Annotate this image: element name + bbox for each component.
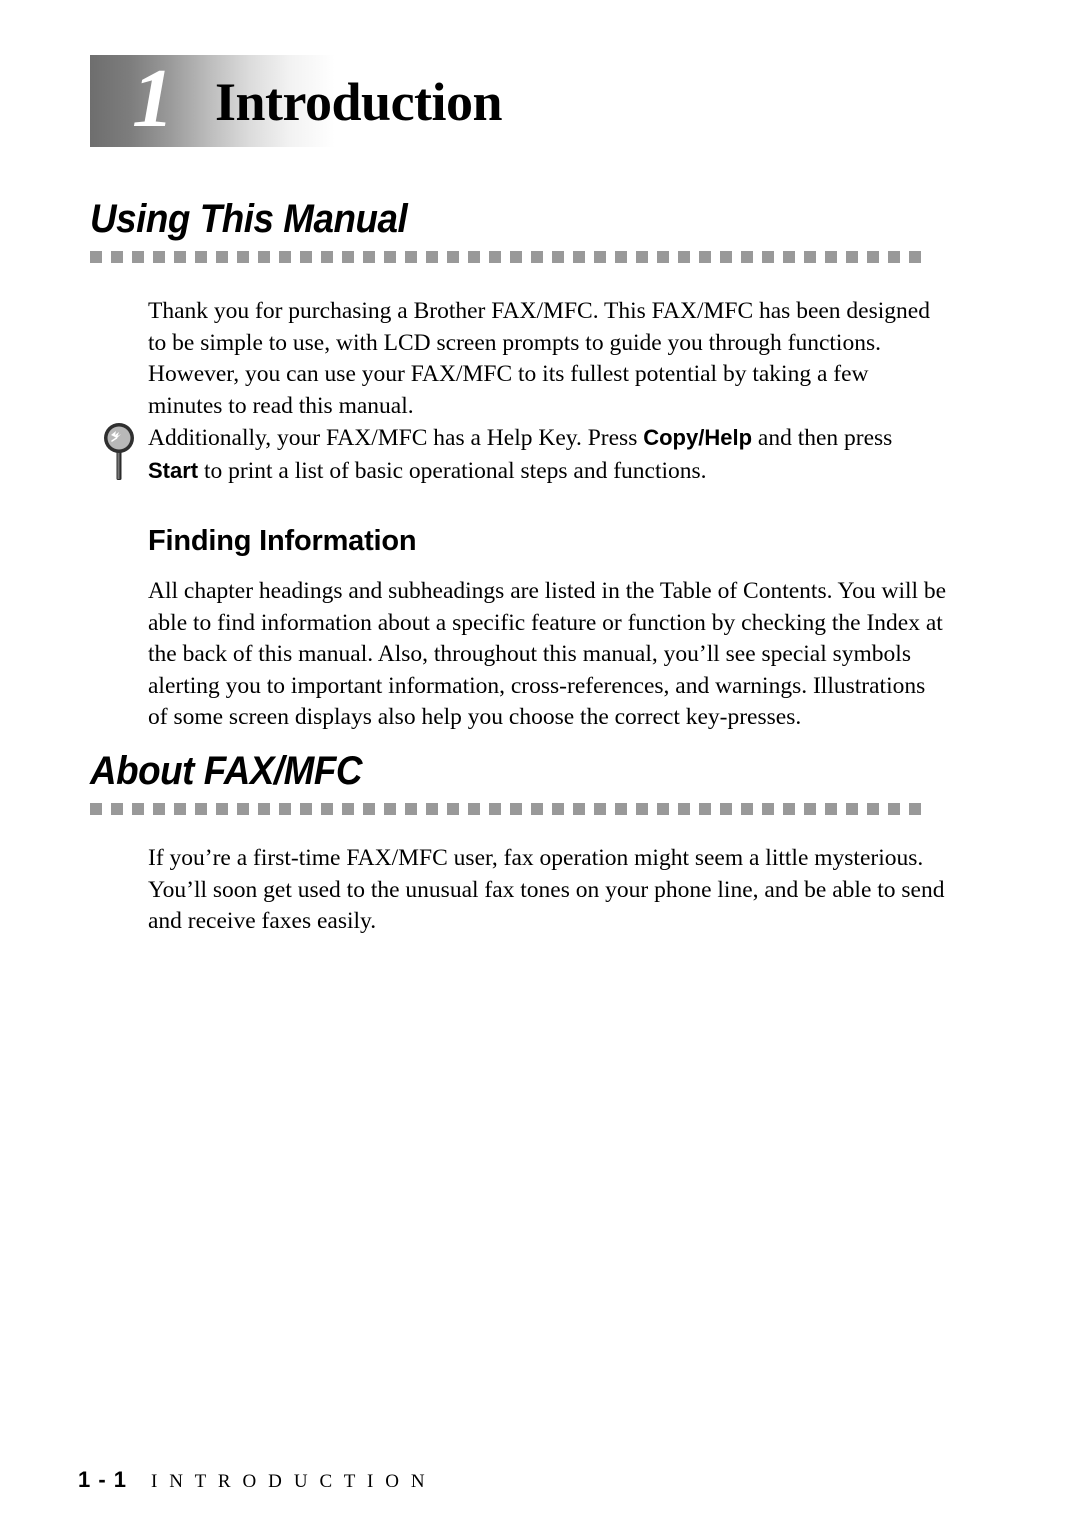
section-heading-about-fax-mfc: About FAX/MFC <box>90 748 950 815</box>
paragraph-text: Thank you for purchasing a Brother FAX/M… <box>148 298 930 419</box>
section-heading-using-this-manual: Using This Manual <box>90 196 950 263</box>
key-label-start: Start <box>148 457 199 483</box>
section-title: About FAX/MFC <box>90 749 363 793</box>
note-text-segment-3: to print a list of basic operational ste… <box>198 457 707 484</box>
page-title: Introduction <box>215 72 503 132</box>
magnifier-icon <box>100 422 140 484</box>
chapter-number: 1 <box>132 52 174 145</box>
footer-page-number: 1 - 1 <box>78 1467 128 1492</box>
section-title: Using This Manual <box>90 197 408 241</box>
note-help-key: Additionally, your FAX/MFC has a Help Ke… <box>100 420 948 487</box>
note-text: Additionally, your FAX/MFC has a Help Ke… <box>148 420 948 487</box>
footer-chapter-name: I N T R O D U C T I O N <box>151 1471 429 1492</box>
paragraph-about-fax-mfc: If you’re a first-time FAX/MFC user, fax… <box>148 843 948 938</box>
page-footer: 1 - 1 I N T R O D U C T I O N <box>78 1467 428 1493</box>
paragraph-text: If you’re a first-time FAX/MFC user, fax… <box>148 845 945 934</box>
paragraph-finding-information: All chapter headings and subheadings are… <box>148 576 948 734</box>
chapter-header: 1 Introduction <box>90 52 940 147</box>
section-divider-dashes <box>90 803 928 815</box>
paragraph-using-this-manual: Thank you for purchasing a Brother FAX/M… <box>148 296 948 422</box>
note-text-segment-2: and then press <box>752 425 893 451</box>
section-divider-dashes <box>90 251 928 263</box>
key-label-copy-help: Copy/Help <box>643 425 753 450</box>
note-text-segment-1: Additionally, your FAX/MFC has a Help Ke… <box>148 425 644 451</box>
paragraph-text: All chapter headings and subheadings are… <box>148 578 947 730</box>
subheading-finding-information: Finding Information <box>148 525 417 557</box>
